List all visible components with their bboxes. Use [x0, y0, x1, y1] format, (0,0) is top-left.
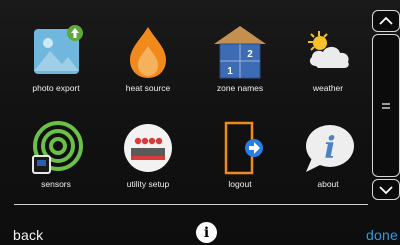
tile-logout[interactable]: logout [194, 120, 286, 200]
tile-about[interactable]: i about [282, 120, 374, 200]
utility-meter-icon [118, 120, 178, 178]
photo-export-icon [26, 24, 86, 82]
tile-weather[interactable]: weather [282, 24, 374, 104]
tile-label: sensors [41, 179, 71, 189]
info-button[interactable]: i [196, 222, 217, 243]
info-icon: i [203, 224, 210, 241]
about-info-bubble-icon: i [298, 120, 358, 178]
flame-icon [118, 24, 178, 82]
sensors-signal-icon [26, 120, 86, 178]
scroll-down-button[interactable] [372, 179, 400, 200]
tile-heat-source[interactable]: heat source [102, 24, 194, 104]
settings-screen: photo export heat source 2 1 zone names [0, 0, 400, 245]
done-button[interactable]: done [366, 227, 398, 243]
weather-sun-cloud-icon [298, 24, 358, 82]
zone-1-number: 1 [227, 66, 233, 77]
tile-label: logout [228, 179, 252, 189]
tile-zone-names[interactable]: 2 1 zone names [194, 24, 286, 104]
about-letter: i [324, 131, 335, 166]
tile-photo-export[interactable]: photo export [10, 24, 102, 104]
scroll-up-button[interactable] [372, 10, 400, 32]
tile-label: about [317, 179, 339, 189]
tile-utility-setup[interactable]: utility setup [102, 120, 194, 200]
tile-label: photo export [32, 83, 80, 93]
footer-divider [14, 204, 368, 205]
tile-label: utility setup [126, 179, 170, 189]
chevron-up-icon [379, 16, 393, 25]
scroll-controls [372, 10, 400, 200]
zone-2-number: 2 [247, 49, 253, 60]
tile-sensors[interactable]: sensors [10, 120, 102, 200]
tile-label: weather [312, 83, 344, 93]
house-zones-icon: 2 1 [210, 24, 270, 82]
back-button[interactable]: back [13, 227, 43, 243]
tile-label: heat source [125, 83, 171, 93]
scroll-handle-icon [382, 102, 390, 109]
chevron-down-icon [379, 185, 393, 194]
logout-door-icon [210, 120, 270, 178]
scroll-track[interactable] [372, 34, 400, 177]
tile-label: zone names [216, 83, 264, 93]
